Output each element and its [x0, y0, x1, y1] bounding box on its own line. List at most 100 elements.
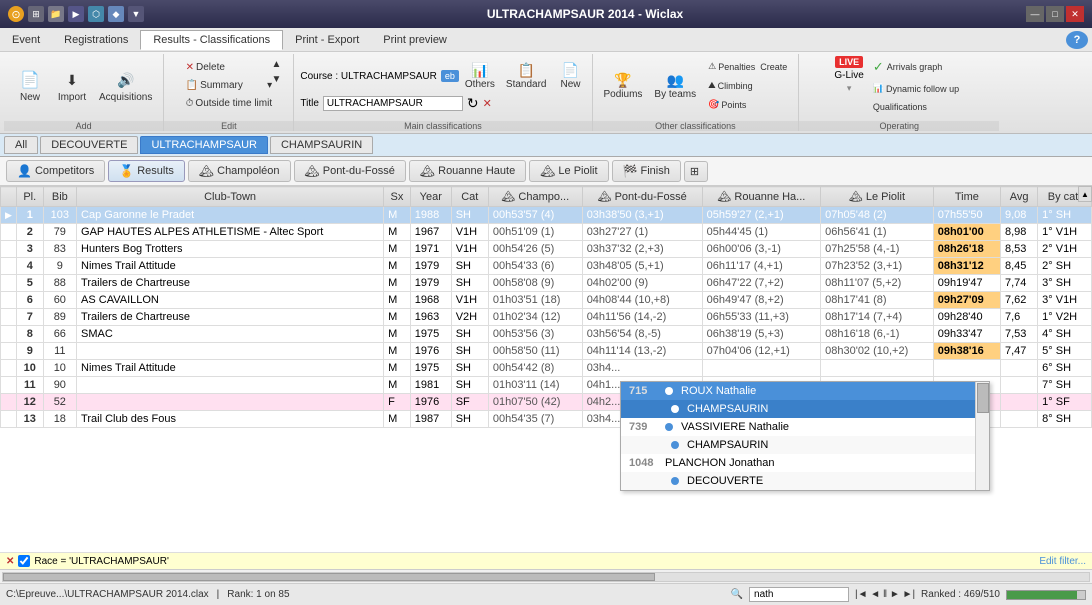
results-icon: 🏅	[119, 164, 134, 178]
tb-icon3[interactable]: ▶	[68, 6, 84, 22]
by-teams-button[interactable]: 👥 By teams	[649, 58, 701, 113]
scroll-up-button[interactable]: ▲	[1078, 186, 1092, 202]
c4-cell: 06h56'41 (1)	[821, 224, 934, 241]
close-button[interactable]: ✕	[1066, 6, 1084, 22]
table-row[interactable]: 1010Nimes Trail AttitudeM1975SH00h54'42 …	[1, 360, 1092, 377]
close-main-icon[interactable]: ✕	[483, 97, 492, 110]
table-row[interactable]: 588Trailers de ChartreuseM1979SH00h58'08…	[1, 275, 1092, 292]
col-header-sx[interactable]: Sx	[384, 187, 411, 207]
year-cell: 1975	[410, 360, 451, 377]
c3-cell	[702, 360, 820, 377]
tab-ultrachampsaur[interactable]: ULTRACHAMPSAUR	[140, 136, 268, 154]
col-header-avg[interactable]: Avg	[1000, 187, 1037, 207]
tb-icon2[interactable]: 📁	[48, 6, 64, 22]
delete-button[interactable]: ✕ Delete	[181, 59, 278, 76]
filter-checkbox[interactable]	[18, 555, 30, 567]
acquisitions-button[interactable]: 🔊 Acquisitions	[94, 65, 157, 106]
col-header-c3[interactable]: 🏔 Rouanne Ha...	[702, 187, 820, 207]
tab-decouverte[interactable]: DECOUVERTE	[40, 136, 138, 154]
title-input[interactable]	[323, 96, 463, 111]
col-header-cat[interactable]: Cat	[451, 187, 488, 207]
c1-cell: 01h02'34 (12)	[488, 309, 582, 326]
cat-cell: SF	[451, 394, 488, 411]
maximize-button[interactable]: □	[1046, 6, 1064, 22]
name-cell: Hunters Bog Trotters	[77, 241, 384, 258]
col-header-indicator	[1, 187, 17, 207]
table-row[interactable]: 49Nimes Trail AttitudeM1979SH00h54'33 (6…	[1, 258, 1092, 275]
move-down-button[interactable]: ▼	[267, 73, 285, 86]
new-button[interactable]: 📄 New	[10, 65, 50, 106]
podiums-button[interactable]: 🏆 Podiums	[599, 58, 648, 113]
menu-results[interactable]: Results - Classifications	[140, 30, 283, 50]
tb-icon4[interactable]: ⬡	[88, 6, 104, 22]
points-icon: 🎯	[708, 99, 719, 110]
table-row[interactable]: 911M1976SH00h58'50 (11)04h11'14 (13,-2)0…	[1, 343, 1092, 360]
menu-print-preview[interactable]: Print preview	[371, 31, 459, 49]
bib-cell: 90	[43, 377, 76, 394]
time-cell: 07h55'50	[933, 207, 1000, 224]
status-rank: Rank: 1 on 85	[227, 589, 289, 600]
points-button[interactable]: 🎯 Points	[703, 96, 792, 113]
filter-x-button[interactable]: ✕	[6, 556, 14, 567]
table-row[interactable]: 789Trailers de ChartreuseM1963V2H01h02'3…	[1, 309, 1092, 326]
col-header-pl[interactable]: Pl.	[16, 187, 43, 207]
tab-le-piolit[interactable]: 🏔 Le Piolit	[529, 160, 608, 182]
import-button[interactable]: ⬇ Import	[52, 65, 92, 106]
table-row[interactable]: 383Hunters Bog TrottersM1971V1H00h54'26 …	[1, 241, 1092, 258]
dynamic-follow-button[interactable]: 📊 Dynamic follow up	[868, 80, 964, 97]
tab-champsaurin[interactable]: CHAMPSAURIN	[270, 136, 373, 154]
menu-registrations[interactable]: Registrations	[52, 31, 140, 49]
tab-pont-du-fosse[interactable]: 🏔 Pont-du-Fossé	[294, 160, 406, 182]
table-row[interactable]: ▶1103Cap Garonne le PradetM1988SH00h53'5…	[1, 207, 1092, 224]
col-header-name[interactable]: Club-Town	[77, 187, 384, 207]
arrivals-graph-button[interactable]: ✓ Arrivals graph	[868, 56, 964, 78]
podiums-icon: 🏆	[614, 72, 631, 89]
table-row[interactable]: 279GAP HAUTES ALPES ATHLETISME - Altec S…	[1, 224, 1092, 241]
tab-extra[interactable]: ⊞	[684, 161, 708, 182]
dropdown-item-2-sub[interactable]: DECOUVERTE	[621, 472, 989, 490]
bib-cell: 60	[43, 292, 76, 309]
climbing-button[interactable]: ⛰ Climbing	[703, 77, 792, 94]
tab-competitors[interactable]: 👤 Competitors	[6, 160, 105, 182]
results-table-container[interactable]: ▲ Pl. Bib Club-Town Sx Year Cat 🏔 Champo…	[0, 186, 1092, 552]
menu-event[interactable]: Event	[0, 31, 52, 49]
tb-icon5[interactable]: ◆	[108, 6, 124, 22]
tab-finish[interactable]: 🏁 Finish	[612, 160, 681, 182]
edit-filter-link[interactable]: Edit filter...	[1039, 556, 1086, 567]
col-header-year[interactable]: Year	[410, 187, 451, 207]
dropdown-item-2[interactable]: 1048 PLANCHON Jonathan	[621, 454, 989, 472]
summary-button[interactable]: 📋 Summary ▾	[181, 77, 278, 94]
qualifications-button[interactable]: Qualifications	[868, 99, 964, 115]
dropdown-item-1-sub[interactable]: CHAMPSAURIN	[621, 436, 989, 454]
standard-button[interactable]: 📋 Standard	[501, 59, 552, 93]
move-up-button[interactable]: ▲	[267, 58, 285, 71]
name-cell: Nimes Trail Attitude	[77, 360, 384, 377]
menu-print-export[interactable]: Print - Export	[283, 31, 371, 49]
col-header-bib[interactable]: Bib	[43, 187, 76, 207]
main-new-button[interactable]: 📄 New	[556, 59, 586, 93]
tab-results[interactable]: 🏅 Results	[108, 160, 185, 182]
h-scrollbar[interactable]	[0, 569, 1092, 583]
col-header-c1[interactable]: 🏔 Champo...	[488, 187, 582, 207]
dropdown-item-0-sub[interactable]: CHAMPSAURIN	[621, 400, 989, 418]
others-button[interactable]: 📊 Others	[463, 60, 497, 92]
outside-time-button[interactable]: ⏱ Outside time limit	[181, 95, 278, 112]
dropdown-item-1[interactable]: 739 VASSIVIERE Nathalie	[621, 418, 989, 436]
refresh-icon[interactable]: ↻	[467, 95, 479, 112]
tb-icon6[interactable]: ▼	[128, 6, 144, 22]
dropdown-item-0[interactable]: 715 ROUX Nathalie	[621, 382, 989, 400]
col-header-time[interactable]: Time	[933, 187, 1000, 207]
penalties-button[interactable]: ⚠ Penalties Create	[703, 58, 792, 75]
tab-rouanne-haute[interactable]: 🏔 Rouanne Haute	[409, 160, 526, 182]
help-button[interactable]: ?	[1066, 31, 1088, 49]
col-header-c4[interactable]: 🏔 Le Piolit	[821, 187, 934, 207]
search-input[interactable]	[749, 587, 849, 602]
table-row[interactable]: 866SMACM1975SH00h53'56 (3)03h56'54 (8,-5…	[1, 326, 1092, 343]
tb-icon1[interactable]: ⊞	[28, 6, 44, 22]
tab-all[interactable]: All	[4, 136, 38, 154]
cat-cell: SH	[451, 411, 488, 428]
col-header-c2[interactable]: 🏔 Pont-du-Fossé	[582, 187, 702, 207]
tab-champoleon[interactable]: 🏔 Champoléon	[188, 160, 291, 182]
table-row[interactable]: 660AS CAVAILLONM1968V1H01h03'51 (18)04h0…	[1, 292, 1092, 309]
minimize-button[interactable]: —	[1026, 6, 1044, 22]
